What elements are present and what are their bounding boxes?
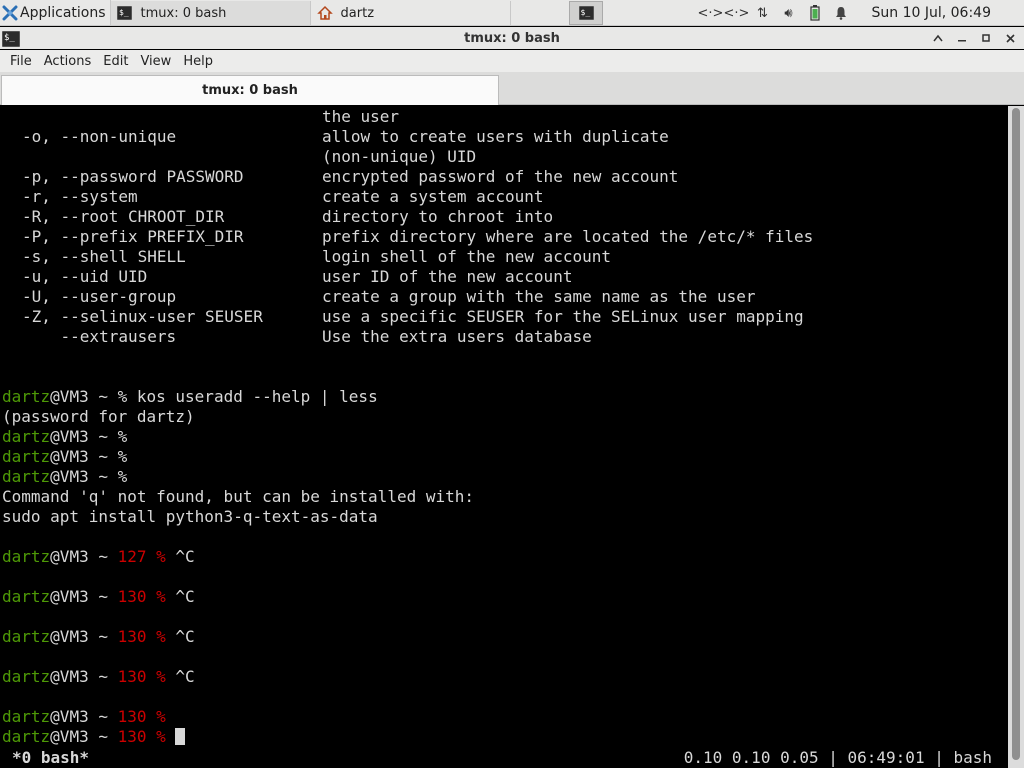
option-flag: -R, --root CHROOT_DIR [22,207,225,226]
password-prompt: (password for dartz) [2,407,195,426]
menu-file[interactable]: File [4,54,38,69]
maximize-icon[interactable] [974,27,998,49]
task-dartz[interactable]: dartz [311,1,511,25]
maximize-restore-icon[interactable] [926,27,950,49]
active-prompt-line[interactable]: dartz@VM3 ~ 130 % [2,727,186,747]
system-tray: <·> <·> ⇅ 🔊︎ Sun 10 Jul, 06:49 [698,0,1024,26]
option-description: login shell of the new account [322,247,611,266]
menu-actions[interactable]: Actions [38,54,98,69]
prompt-line: dartz@VM3 ~ % [2,427,128,446]
terminal-icon: $_ [117,5,133,21]
prompt-line: dartz@VM3 ~ 130 % [2,707,166,726]
prompt-line: dartz@VM3 ~ 130 % ^C [2,667,195,686]
xfce-logo-icon [2,5,18,21]
prompt-line: dartz@VM3 ~ % [2,447,128,466]
option-description: create a system account [322,187,544,206]
option-flag: -p, --password PASSWORD [22,167,244,186]
option-description: allow to create users with duplicate [322,127,669,146]
home-folder-icon [316,5,333,21]
command-line: dartz@VM3 ~ % kos useradd --help | less [2,387,378,407]
option-flag: -Z, --selinux-user SEUSER [22,307,263,326]
option-flag: -u, --uid UID [22,267,148,286]
prompt-line: dartz@VM3 ~ 130 % ^C [2,587,195,606]
option-description: create a group with the same name as the… [322,287,756,306]
option-description: encrypted password of the new account [322,167,679,186]
volume-icon[interactable]: 🔊︎ [776,0,802,26]
prompt-line: dartz@VM3 ~ 127 % ^C [2,547,195,566]
notification-bell-icon[interactable] [828,0,854,26]
top-panel: Applications $_ tmux: 0 bash dartz $_ <·… [0,0,1024,26]
minimize-icon[interactable] [950,27,974,49]
option-description: directory to chroot into [322,207,554,226]
option-flag: -s, --shell SHELL [22,247,186,266]
network-transfer-icon[interactable]: ⇅ [750,0,776,26]
menu-view[interactable]: View [134,54,177,69]
prompt-user: dartz [2,387,51,406]
show-desktop-button[interactable]: $_ [569,1,603,25]
menu-help[interactable]: Help [177,54,219,69]
network-arrows-icon[interactable]: <·> [724,0,750,26]
option-description: (non-unique) UID [322,147,477,166]
text-cursor [175,728,186,745]
tmux-status-bar: *0 bash* 0.10 0.10 0.05 | 06:49:01 | bas… [0,748,1008,768]
tab-bar: tmux: 0 bash [0,72,1024,105]
task-label: dartz [340,5,375,21]
menu-edit[interactable]: Edit [97,54,134,69]
option-flag: -o, --non-unique [22,127,177,146]
option-flag: -P, --prefix PREFIX_DIR [22,227,244,246]
task-label: tmux: 0 bash [140,5,227,21]
prompt-host: @VM3 ~ [50,387,118,406]
terminal-output[interactable]: the user -o, --non-unique allow to create… [0,106,1008,768]
option-flag: --extrausers [22,327,177,346]
menubar: File Actions Edit View Help [0,50,1024,72]
close-icon[interactable] [998,27,1022,49]
terminal-scrollbar[interactable] [1008,106,1024,768]
task-tmux[interactable]: $_ tmux: 0 bash [110,1,311,25]
prompt-line: dartz@VM3 ~ % [2,467,128,486]
command-text: % kos useradd --help | less [117,387,378,406]
applications-label: Applications [20,4,106,21]
option-flag: -U, --user-group [22,287,177,306]
install-hint: sudo apt install python3-q-text-as-data [2,507,378,526]
applications-menu[interactable]: Applications [0,0,111,26]
clock[interactable]: Sun 10 Jul, 06:49 [854,5,1024,21]
option-description: Use the extra users database [322,327,592,346]
option-description: prefix directory where are located the /… [322,227,814,246]
terminal-icon: $_ [578,5,594,21]
window-titlebar[interactable]: $_ tmux: 0 bash [0,27,1024,49]
option-description: user ID of the new account [322,267,573,286]
tmux-window-name[interactable]: *0 bash* [12,748,89,768]
tmux-status-right: 0.10 0.10 0.05 | 06:49:01 | bash [683,748,992,767]
option-description: use a specific SEUSER for the SELinux us… [322,307,804,326]
error-message: Command 'q' not found, but can be instal… [2,487,475,506]
prompt-line: dartz@VM3 ~ 130 % ^C [2,627,195,646]
window-title: tmux: 0 bash [464,30,560,46]
help-line: the user [322,107,400,126]
battery-icon[interactable] [802,0,828,26]
scrollbar-thumb[interactable] [1012,108,1020,760]
option-flag: -r, --system [22,187,138,206]
network-arrows-icon[interactable]: <·> [698,0,724,26]
tab-tmux-bash[interactable]: tmux: 0 bash [1,75,499,105]
